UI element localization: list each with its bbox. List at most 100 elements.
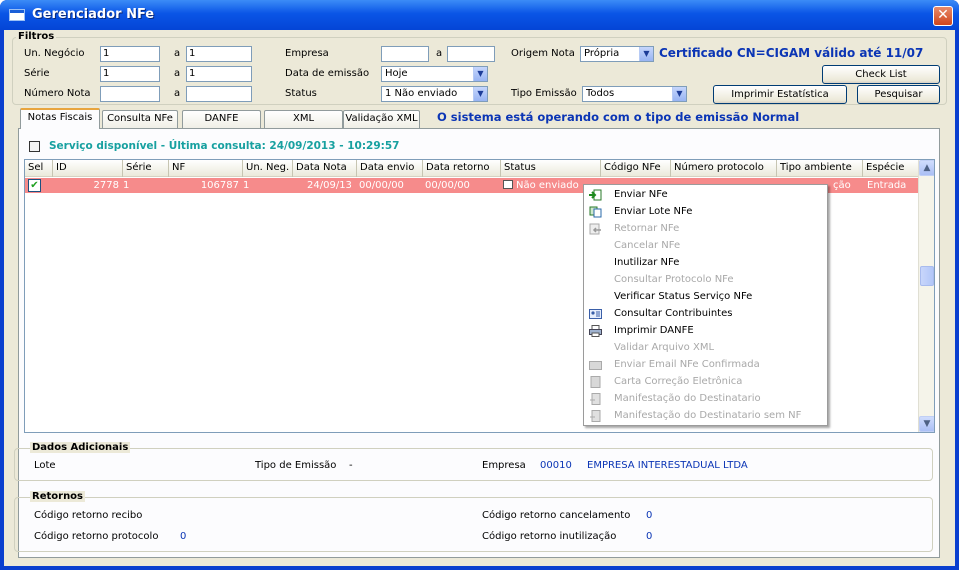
numero-nota-from-input[interactable]: [100, 86, 160, 102]
column-header[interactable]: Data envio: [357, 160, 423, 177]
status-select[interactable]: 1 Não enviado ▼: [381, 86, 488, 102]
row-serie: 1: [123, 180, 130, 191]
row-data-retorno: 00/00/00: [425, 180, 470, 191]
scroll-down-icon[interactable]: ▼: [919, 416, 934, 432]
menu-item-consultar-contribuintes[interactable]: Consultar Contribuintes: [584, 306, 827, 322]
menu-item-imprimir-danfe[interactable]: Imprimir DANFE: [584, 323, 827, 339]
retorno-protocolo-label: Código retorno protocolo: [34, 531, 159, 542]
menu-item-consultar-protocolo[interactable]: Consultar Protocolo NFe: [584, 272, 827, 288]
column-header[interactable]: Série: [123, 160, 169, 177]
menu-item-enviar-email[interactable]: Enviar Email NFe Confirmada: [584, 357, 827, 373]
column-header[interactable]: Data retorno: [423, 160, 501, 177]
manifest-icon: [590, 410, 601, 422]
menu-item-manifestacao-sem-nf[interactable]: Manifestação do Destinatario sem NF: [584, 408, 827, 424]
tab-consulta-nfe[interactable]: Consulta NFe: [102, 110, 178, 128]
filters-legend: Filtros: [16, 31, 57, 42]
dados-adicionais-legend: Dados Adicionais: [30, 442, 131, 453]
data-emissao-select[interactable]: Hoje ▼: [381, 66, 488, 82]
data-emissao-label: Data de emissão: [285, 68, 370, 79]
column-header[interactable]: Espécie: [863, 160, 919, 177]
menu-item-enviar-nfe[interactable]: Enviar NFe: [584, 187, 827, 203]
status-label: Status: [285, 88, 317, 99]
tab-validacao-xml[interactable]: Validação XML: [343, 110, 420, 128]
origem-nota-label: Origem Nota: [511, 48, 575, 59]
chevron-down-icon[interactable]: ▼: [473, 67, 487, 81]
numero-nota-to-label: a: [174, 88, 181, 99]
empresa-info-label: Empresa: [482, 460, 526, 471]
contact-card-icon: [589, 309, 602, 319]
menu-item-label: Cancelar NFe: [614, 240, 681, 251]
data-emissao-value: Hoje: [385, 68, 408, 79]
tab-danfe[interactable]: DANFE: [182, 110, 261, 128]
menu-item-carta-correcao[interactable]: Carta Correção Eletrônica: [584, 374, 827, 390]
tipo-emissao-label: Tipo Emissão: [511, 88, 577, 99]
menu-item-label: Verificar Status Serviço NFe: [614, 291, 753, 302]
chevron-down-icon[interactable]: ▼: [672, 87, 686, 101]
menu-item-label: Manifestação do Destinatario sem NF: [614, 410, 802, 421]
menu-item-manifestacao[interactable]: Manifestação do Destinatario: [584, 391, 827, 407]
column-header[interactable]: Código NFe: [601, 160, 671, 177]
retorno-cancelamento-label: Código retorno cancelamento: [482, 510, 631, 521]
column-header[interactable]: Status: [501, 160, 601, 177]
empresa-code: 00010: [540, 460, 572, 471]
menu-item-cancelar-nfe[interactable]: Cancelar NFe: [584, 238, 827, 254]
window-title: Gerenciador NFe: [32, 7, 155, 22]
column-header[interactable]: ID: [53, 160, 123, 177]
menu-item-inutilizar-nfe[interactable]: Inutilizar NFe: [584, 255, 827, 271]
retorno-recibo-label: Código retorno recibo: [34, 510, 143, 521]
menu-item-label: Consultar Protocolo NFe: [614, 274, 734, 285]
chevron-down-icon[interactable]: ▼: [473, 87, 487, 101]
empresa-to-input[interactable]: [447, 46, 495, 62]
row-data-nota: 24/09/13: [307, 180, 352, 191]
chevron-down-icon[interactable]: ▼: [639, 47, 653, 61]
empresa-from-input[interactable]: [381, 46, 429, 62]
imprimir-estatistica-button[interactable]: Imprimir Estatística: [713, 85, 847, 104]
column-header[interactable]: Data Nota: [293, 160, 357, 177]
dados-adicionais-group: [14, 448, 933, 481]
column-header[interactable]: Sel: [25, 160, 53, 177]
menu-item-label: Carta Correção Eletrônica: [614, 376, 743, 387]
retornos-legend: Retornos: [30, 491, 86, 502]
menu-item-retornar-nfe[interactable]: Retornar NFe: [584, 221, 827, 237]
service-status-indicator: [29, 141, 40, 152]
title-bar[interactable]: Gerenciador NFe ✕: [0, 0, 959, 30]
menu-item-label: Validar Arquivo XML: [614, 342, 715, 353]
row-data-envio: 00/00/00: [359, 180, 404, 191]
lote-label: Lote: [34, 460, 56, 471]
tipo-emissao-info-value: -: [349, 460, 353, 471]
menu-item-verificar-status[interactable]: Verificar Status Serviço NFe: [584, 289, 827, 305]
serie-from-input[interactable]: 1: [100, 66, 160, 82]
scroll-up-icon[interactable]: ▲: [919, 160, 934, 176]
column-header[interactable]: Número protocolo: [671, 160, 777, 177]
pesquisar-button[interactable]: Pesquisar: [857, 85, 940, 104]
menu-item-validar-xml[interactable]: Validar Arquivo XML: [584, 340, 827, 356]
serie-to-input[interactable]: 1: [186, 66, 252, 82]
serie-to-label: a: [174, 68, 181, 79]
column-header[interactable]: Tipo ambiente: [777, 160, 863, 177]
un-negocio-to-input[interactable]: 1: [186, 46, 252, 62]
status-value: 1 Não enviado: [385, 88, 458, 99]
close-button[interactable]: ✕: [933, 6, 953, 26]
scroll-thumb[interactable]: [920, 266, 934, 286]
origem-nota-select[interactable]: Própria ▼: [580, 46, 654, 62]
tab-notas-fiscais[interactable]: Notas Fiscais: [20, 108, 100, 129]
tipo-emissao-select[interactable]: Todos ▼: [582, 86, 687, 102]
menu-item-label: Retornar NFe: [614, 223, 680, 234]
tipo-emissao-info-label: Tipo de Emissão: [255, 460, 337, 471]
grid-vertical-scrollbar[interactable]: ▲ ▼: [918, 160, 934, 432]
certificate-status: Certificado CN=CIGAM válido até 11/07: [659, 46, 924, 60]
check-list-button[interactable]: Check List: [822, 65, 940, 84]
numero-nota-to-input[interactable]: [186, 86, 252, 102]
tab-xml[interactable]: XML: [264, 110, 343, 128]
app-window-icon: [9, 9, 25, 21]
menu-item-label: Enviar NFe: [614, 189, 668, 200]
menu-item-label: Imprimir DANFE: [614, 325, 694, 336]
column-header[interactable]: Un. Neg.: [243, 160, 293, 177]
menu-item-enviar-lote-nfe[interactable]: Enviar Lote NFe: [584, 204, 827, 220]
column-header[interactable]: NF: [169, 160, 243, 177]
row-nf: 106787: [200, 180, 239, 191]
row-select-checkbox[interactable]: ✔: [28, 179, 41, 192]
un-negocio-from-input[interactable]: 1: [100, 46, 160, 62]
menu-item-label: Inutilizar NFe: [614, 257, 680, 268]
empresa-to-label: a: [436, 48, 443, 59]
